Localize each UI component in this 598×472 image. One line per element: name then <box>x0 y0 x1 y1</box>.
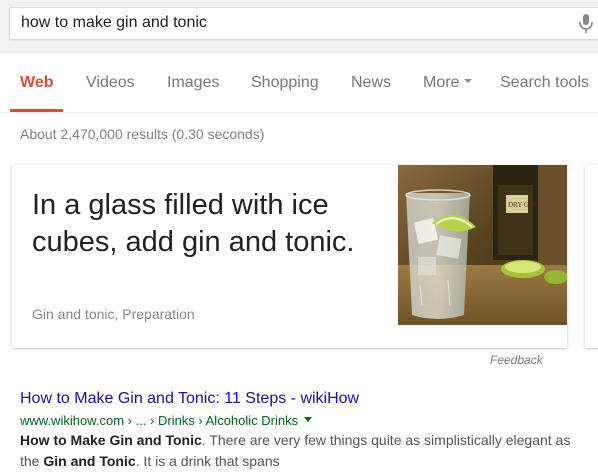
result-url: www.wikihow.com › ... › Drinks › Alcohol… <box>20 413 313 428</box>
tab-search-tools[interactable]: Search tools <box>500 74 589 92</box>
gin-and-tonic-photo[interactable]: DRY GIN <box>398 165 567 325</box>
tab-news[interactable]: News <box>351 74 391 92</box>
tab-more-label: More <box>423 74 460 91</box>
url-dropdown-icon[interactable] <box>304 417 313 423</box>
chevron-down-icon <box>464 78 473 83</box>
snippet-bold-1: How to Make Gin and Tonic <box>20 432 202 448</box>
microphone-icon[interactable] <box>576 13 596 35</box>
tab-more[interactable]: More <box>423 74 473 92</box>
active-tab-indicator <box>10 109 63 112</box>
result-title-link[interactable]: How to Make Gin and Tonic: 11 Steps - wi… <box>20 390 359 408</box>
snippet-text-2: . It is a drink that spans <box>135 453 280 469</box>
answer-text: In a glass filled with ice cubes, add gi… <box>32 189 355 258</box>
search-input[interactable]: how to make gin and tonic <box>9 7 598 40</box>
result-snippet: How to Make Gin and Tonic. There are ver… <box>20 430 590 472</box>
search-query-text[interactable]: how to make gin and tonic <box>21 14 207 32</box>
search-tabs: Web Videos Images Shopping News More Sea… <box>0 52 598 113</box>
bottle-label-text: DRY GIN <box>508 201 536 209</box>
snippet-bold-2: Gin and Tonic <box>43 453 136 469</box>
result-stats: About 2,470,000 results (0.30 seconds) <box>20 126 265 142</box>
tab-images[interactable]: Images <box>167 74 219 92</box>
tab-shopping[interactable]: Shopping <box>251 74 319 92</box>
feedback-link[interactable]: Feedback <box>490 353 543 367</box>
side-card-edge <box>585 165 598 348</box>
tab-web[interactable]: Web <box>20 74 53 92</box>
answer-source[interactable]: Gin and tonic, Preparation <box>32 306 195 322</box>
answer-card: In a glass filled with ice cubes, add gi… <box>12 165 567 348</box>
search-header: how to make gin and tonic <box>0 0 598 53</box>
tab-videos[interactable]: Videos <box>86 74 135 92</box>
result-url-text: www.wikihow.com › ... › Drinks › Alcohol… <box>20 413 299 428</box>
